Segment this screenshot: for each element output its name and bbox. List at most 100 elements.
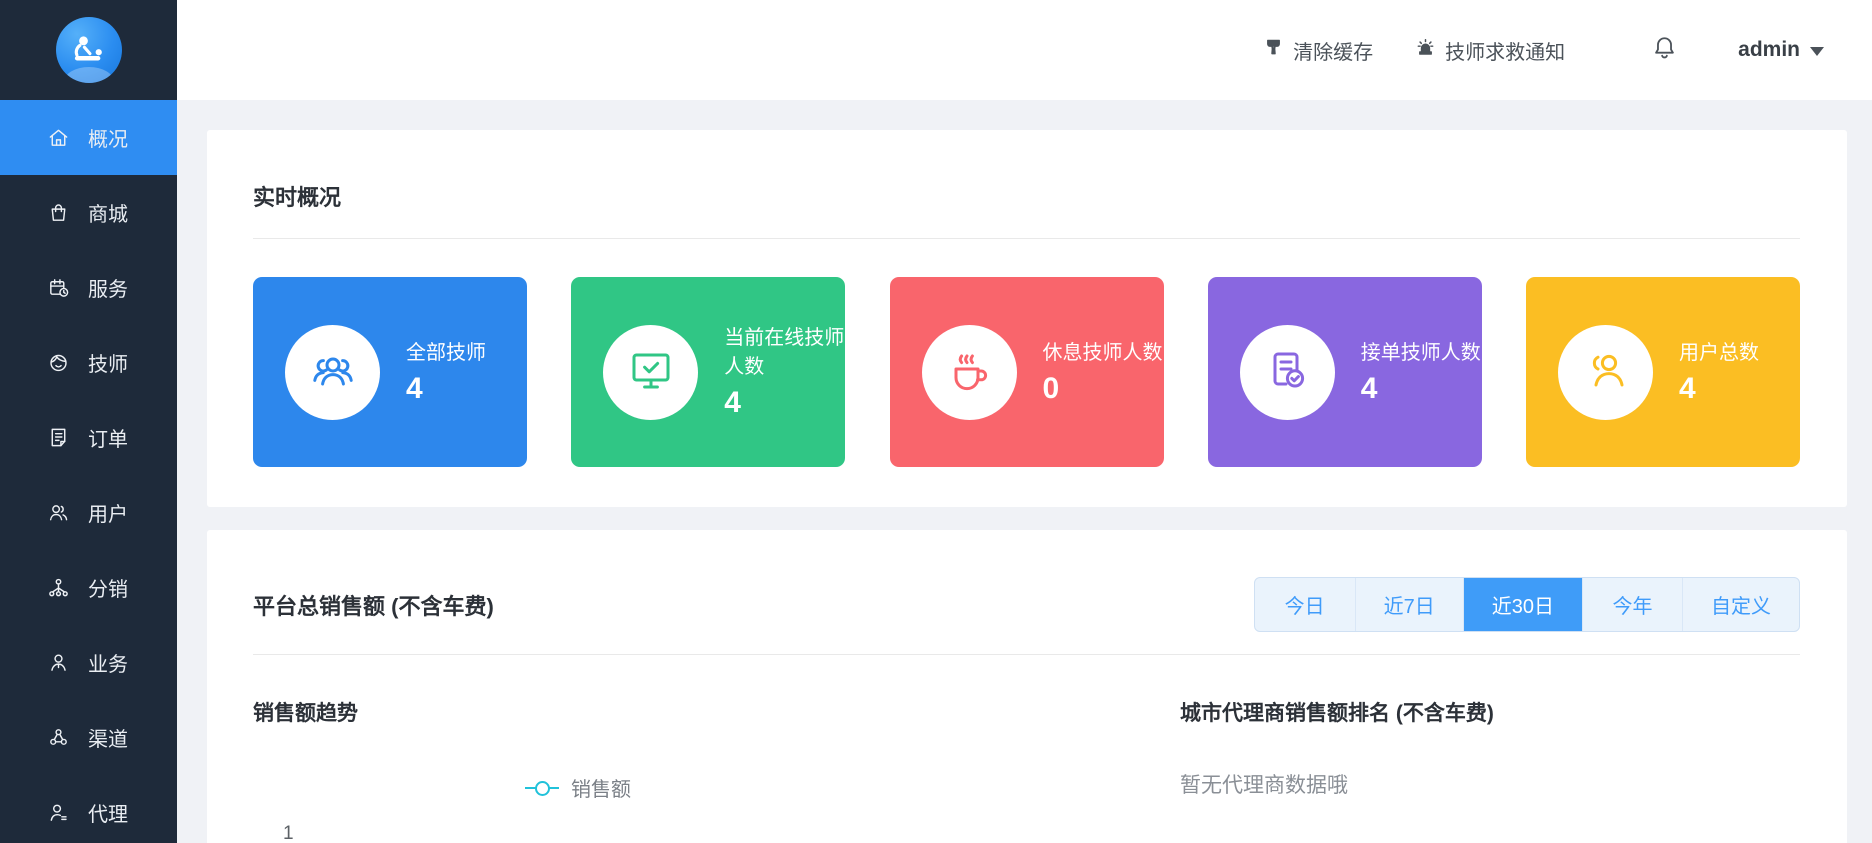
card-icon-circle	[1558, 325, 1653, 420]
card-label: 休息技师人数	[1043, 339, 1164, 368]
stat-card-online-technicians: 当前在线技师人数 4	[571, 277, 845, 467]
network-tree-icon	[46, 576, 70, 600]
users-icon	[46, 501, 70, 525]
users-total-icon	[1582, 346, 1630, 399]
caret-down-icon	[1810, 47, 1824, 56]
sales-title: 平台总销售额 (不含车费)	[253, 589, 494, 621]
card-label: 当前在线技师人数	[724, 324, 845, 382]
sales-panel: 平台总销售额 (不含车费) 今日 近7日 近30日 今年 自定义 销售额趋势 销…	[207, 530, 1847, 843]
order-clipboard-icon	[1263, 346, 1311, 399]
sidebar-item-overview[interactable]: 概况	[0, 100, 177, 175]
sidebar-item-label: 业务	[88, 648, 128, 677]
legend-label: 销售额	[571, 773, 631, 802]
sidebar-item-mall[interactable]: 商城	[0, 175, 177, 250]
sidebar-item-label: 用户	[88, 498, 128, 527]
person-icon	[46, 651, 70, 675]
sidebar: 概况 商城 服务 技师 订单	[0, 0, 177, 843]
realtime-overview-panel: 实时概况 全部技师 4	[207, 130, 1847, 507]
sidebar-item-service[interactable]: 服务	[0, 250, 177, 325]
agent-ranking-section: 城市代理商销售额排名 (不含车费) 暂无代理商数据哦	[1180, 655, 1800, 799]
sidebar-item-order[interactable]: 订单	[0, 400, 177, 475]
sidebar-item-label: 商城	[88, 198, 128, 227]
siren-icon	[1415, 37, 1436, 64]
home-icon	[46, 126, 70, 150]
calendar-clock-icon	[46, 276, 70, 300]
sidebar-item-label: 订单	[88, 423, 128, 452]
sidebar-item-technician[interactable]: 技师	[0, 325, 177, 400]
sos-notice-button[interactable]: 技师求救通知	[1415, 36, 1565, 65]
sidebar-item-label: 渠道	[88, 723, 128, 752]
card-label: 接单技师人数	[1361, 339, 1482, 368]
stat-card-resting-technicians: 休息技师人数 0	[890, 277, 1164, 467]
sidebar-item-label: 代理	[88, 798, 128, 827]
card-meta: 用户总数 4	[1679, 339, 1800, 406]
card-value: 4	[406, 372, 527, 406]
tab-last-7-days[interactable]: 近7日	[1355, 578, 1463, 631]
sidebar-nav: 概况 商城 服务 技师 订单	[0, 100, 177, 843]
clear-cache-button[interactable]: 清除缓存	[1263, 36, 1373, 65]
tab-last-30-days[interactable]: 近30日	[1463, 578, 1582, 631]
chart-legend-item[interactable]: 销售额	[525, 773, 631, 802]
brush-icon	[1263, 37, 1284, 64]
divider	[253, 238, 1800, 239]
tab-custom-range[interactable]: 自定义	[1682, 578, 1799, 631]
card-label: 用户总数	[1679, 339, 1800, 368]
card-meta: 全部技师 4	[406, 339, 527, 406]
stat-cards: 全部技师 4 当前在线技师人数 4	[253, 277, 1800, 467]
shopping-bag-icon	[46, 201, 70, 225]
tab-this-year[interactable]: 今年	[1582, 578, 1682, 631]
clear-cache-label: 清除缓存	[1293, 36, 1373, 65]
topbar: 清除缓存 技师求救通知 admin	[177, 0, 1872, 100]
card-icon-circle	[285, 325, 380, 420]
card-icon-circle	[922, 325, 1017, 420]
card-value: 0	[1043, 372, 1164, 406]
card-meta: 接单技师人数 4	[1361, 339, 1482, 406]
sidebar-item-label: 分销	[88, 573, 128, 602]
sos-notice-label: 技师求救通知	[1445, 36, 1565, 65]
sales-trend-chart: 销售额趋势 销售额 1	[253, 655, 1180, 799]
share-nodes-icon	[46, 726, 70, 750]
notification-bell-button[interactable]	[1651, 34, 1678, 66]
stat-card-all-technicians: 全部技师 4	[253, 277, 527, 467]
ranking-title: 城市代理商销售额排名 (不含车费)	[1180, 697, 1800, 727]
card-value: 4	[1679, 372, 1800, 406]
sales-panel-header: 平台总销售额 (不含车费) 今日 近7日 近30日 今年 自定义	[253, 577, 1800, 632]
user-menu[interactable]: admin	[1738, 38, 1824, 62]
rest-coffee-icon	[945, 346, 993, 399]
sidebar-item-user[interactable]: 用户	[0, 475, 177, 550]
card-icon-circle	[1240, 325, 1335, 420]
stat-card-total-users: 用户总数 4	[1526, 277, 1800, 467]
sidebar-item-channel[interactable]: 渠道	[0, 700, 177, 775]
sidebar-item-label: 技师	[88, 348, 128, 377]
card-value: 4	[1361, 372, 1482, 406]
sidebar-item-agent[interactable]: 代理	[0, 775, 177, 843]
technician-face-icon	[46, 351, 70, 375]
online-monitor-icon	[627, 346, 675, 399]
agent-person-icon	[46, 801, 70, 825]
massage-logo-icon	[56, 17, 122, 83]
tab-today[interactable]: 今日	[1255, 578, 1355, 631]
app-logo	[0, 0, 177, 100]
trend-title: 销售额趋势	[253, 697, 1180, 727]
card-icon-circle	[603, 325, 698, 420]
main-content: 实时概况 全部技师 4	[177, 100, 1872, 843]
card-meta: 当前在线技师人数 4	[724, 324, 845, 420]
sidebar-item-label: 概况	[88, 123, 128, 152]
sales-body: 销售额趋势 销售额 1 城市代理商销售额排名 (不含车费) 暂无代理商数据哦	[253, 655, 1800, 799]
y-axis-tick-label: 1	[283, 823, 294, 843]
sidebar-item-label: 服务	[88, 273, 128, 302]
card-value: 4	[724, 386, 845, 420]
card-label: 全部技师	[406, 339, 527, 368]
bell-icon	[1651, 34, 1678, 66]
sidebar-item-business[interactable]: 业务	[0, 625, 177, 700]
username-label: admin	[1738, 38, 1800, 62]
ranking-empty-message: 暂无代理商数据哦	[1180, 769, 1800, 799]
document-icon	[46, 426, 70, 450]
technicians-group-icon	[309, 346, 357, 399]
card-meta: 休息技师人数 0	[1043, 339, 1164, 406]
line-series-legend-icon	[525, 781, 559, 795]
stat-card-working-technicians: 接单技师人数 4	[1208, 277, 1482, 467]
date-range-tabs: 今日 近7日 近30日 今年 自定义	[1254, 577, 1800, 632]
sidebar-item-distribution[interactable]: 分销	[0, 550, 177, 625]
overview-title: 实时概况	[253, 180, 1800, 212]
